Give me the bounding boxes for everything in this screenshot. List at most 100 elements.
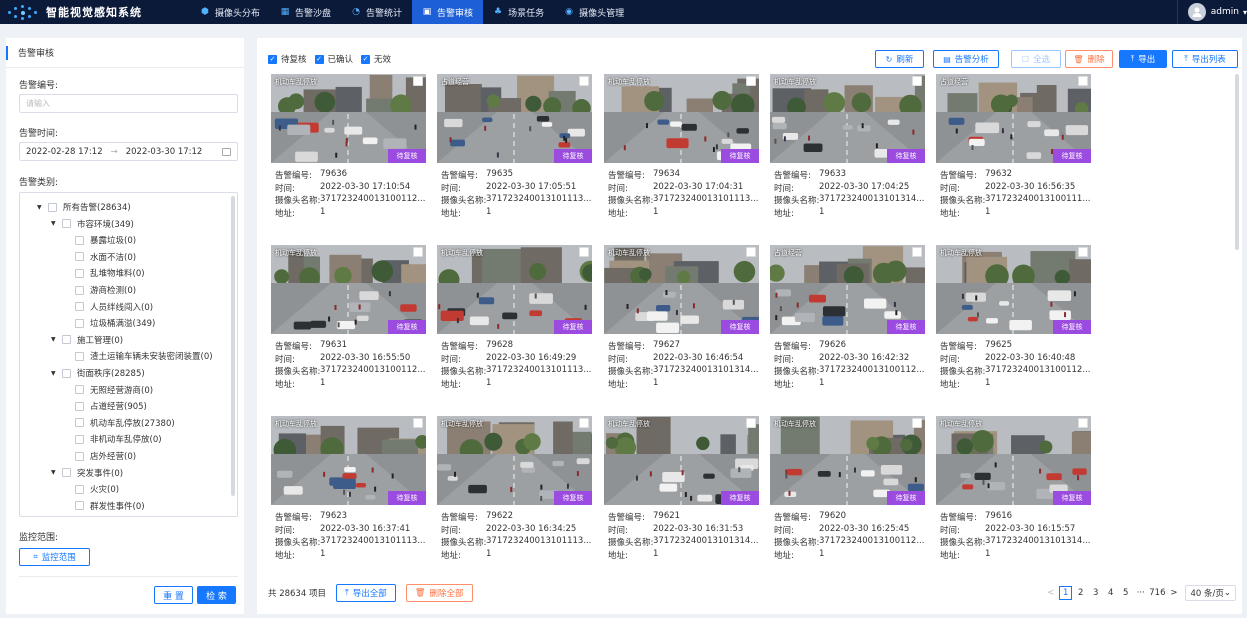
user-menu[interactable]: admin ▾ [1176, 0, 1247, 24]
nav-item-2[interactable]: ◔ 告警统计 [341, 0, 412, 24]
card-checkbox[interactable] [579, 418, 589, 428]
alarm-snapshot[interactable]: 占道经营 待复核 [437, 74, 592, 163]
caret-down-icon[interactable]: ▼ [37, 204, 45, 211]
alarm-card[interactable]: 机动车乱停放 待复核 告警编号: 79616 时间: 2022-03-30 16:15:5… [936, 416, 1091, 576]
page-716[interactable]: 716 [1149, 586, 1165, 600]
page-3[interactable]: 3 [1089, 586, 1102, 600]
alarm-snapshot[interactable]: 机动车乱停放 待复核 [437, 245, 592, 334]
alarm-snapshot[interactable]: 机动车乱停放 待复核 [604, 416, 759, 505]
tree-checkbox[interactable] [75, 434, 84, 444]
analysis-button[interactable]: ▤ 告警分析 [933, 50, 999, 68]
card-checkbox[interactable] [413, 76, 423, 86]
alarm-card[interactable]: 机动车乱停放 待复核 告警编号: 79628 时间: 2022-03-30 16:49:2… [437, 245, 592, 405]
tree-checkbox[interactable] [75, 268, 84, 278]
results-scrollbar[interactable] [1235, 74, 1239, 250]
tree-node[interactable]: 水面不洁(0) [75, 249, 136, 265]
alarm-snapshot[interactable]: 机动车乱停放 待复核 [271, 74, 426, 163]
alarm-snapshot[interactable]: 机动车乱停放 待复核 [604, 245, 759, 334]
tree-node[interactable]: 占道经营(905) [75, 398, 147, 414]
app-logo[interactable]: 智能视觉感知系统 [0, 4, 190, 20]
card-checkbox[interactable] [912, 76, 922, 86]
nav-item-5[interactable]: ◉ 摄像头管理 [554, 0, 634, 24]
reset-button[interactable]: 重 置 [154, 586, 193, 604]
card-checkbox[interactable] [746, 418, 756, 428]
page-5[interactable]: 5 [1119, 586, 1132, 600]
card-checkbox[interactable] [1078, 247, 1088, 257]
export-list-button[interactable]: ⤒ 导出列表 [1172, 50, 1238, 68]
export-button[interactable]: ⤒ 导出 [1119, 50, 1167, 68]
tree-checkbox[interactable] [75, 235, 84, 245]
prev-page-button[interactable]: < [1044, 586, 1057, 600]
caret-down-icon[interactable]: ▼ [51, 469, 59, 476]
tree-node[interactable]: 店外经营(0) [75, 448, 136, 464]
tree-checkbox[interactable] [75, 451, 84, 461]
tree-checkbox[interactable] [62, 468, 71, 478]
tree-node[interactable]: 垃圾桶满溢(349) [75, 315, 155, 331]
alarm-card[interactable]: 机动车乱停放 待复核 告警编号: 79627 时间: 2022-03-30 16:46:5… [604, 245, 759, 405]
alarm-snapshot[interactable]: 机动车乱停放 待复核 [770, 74, 925, 163]
alarm-snapshot[interactable]: 占道经营 待复核 [936, 74, 1091, 163]
alarm-card[interactable]: 机动车乱停放 待复核 告警编号: 79636 时间: 2022-03-30 17:10:5… [271, 74, 426, 234]
tree-node[interactable]: 非机动车乱停放(0) [75, 431, 162, 447]
alarm-card[interactable]: 机动车乱停放 待复核 告警编号: 79621 时间: 2022-03-30 16:31:5… [604, 416, 759, 576]
tree-checkbox[interactable] [48, 202, 57, 212]
search-button[interactable]: 检 索 [197, 586, 236, 604]
tree-node[interactable]: 暴露垃圾(0) [75, 232, 136, 248]
alarm-card[interactable]: 机动车乱停放 待复核 告警编号: 79633 时间: 2022-03-30 17:04:2… [770, 74, 925, 234]
alarm-snapshot[interactable]: 占道经营 待复核 [770, 245, 925, 334]
checkbox-checked-icon[interactable]: ✓ [268, 54, 277, 64]
card-checkbox[interactable] [413, 418, 423, 428]
tree-node[interactable]: 无照经营游商(0) [75, 382, 153, 398]
caret-down-icon[interactable]: ▼ [51, 220, 59, 227]
tree-checkbox[interactable] [75, 501, 84, 511]
alarm-card[interactable]: 机动车乱停放 待复核 告警编号: 79620 时间: 2022-03-30 16:25:4… [770, 416, 925, 576]
caret-down-icon[interactable]: ▼ [51, 336, 59, 343]
tree-checkbox[interactable] [75, 418, 84, 428]
alarm-no-input[interactable]: 请输入 [19, 94, 238, 113]
tree-scrollbar[interactable] [231, 196, 235, 496]
next-page-button[interactable]: > [1167, 586, 1180, 600]
nav-item-3[interactable]: ▣ 告警审核 [412, 0, 484, 24]
alarm-card[interactable]: 机动车乱停放 待复核 告警编号: 79634 时间: 2022-03-30 17:04:3… [604, 74, 759, 234]
alarm-card[interactable]: 机动车乱停放 待复核 告警编号: 79623 时间: 2022-03-30 16:37:4… [271, 416, 426, 576]
tree-node[interactable]: 人员绊线闯入(0) [75, 299, 153, 315]
nav-item-1[interactable]: ▦ 告警沙盘 [270, 0, 341, 24]
alarm-card[interactable]: 机动车乱停放 待复核 告警编号: 79622 时间: 2022-03-30 16:34:2… [437, 416, 592, 576]
card-checkbox[interactable] [746, 247, 756, 257]
page-2[interactable]: 2 [1074, 586, 1087, 600]
delete-button[interactable]: 🗑 删除 [1065, 50, 1113, 68]
alarm-snapshot[interactable]: 机动车乱停放 待复核 [271, 416, 426, 505]
status-filter-2[interactable]: ✓ 无效 [361, 53, 391, 65]
select-all-button[interactable]: ☐ 全选 [1011, 50, 1061, 68]
export-all-button[interactable]: ⤒ 导出全部 [335, 584, 396, 602]
card-checkbox[interactable] [912, 418, 922, 428]
caret-down-icon[interactable]: ▼ [51, 370, 59, 377]
card-checkbox[interactable] [1078, 418, 1088, 428]
checkbox-checked-icon[interactable]: ✓ [361, 54, 371, 64]
checkbox-checked-icon[interactable]: ✓ [314, 54, 324, 64]
alarm-card[interactable]: 占道经营 待复核 告警编号: 79635 时间: 2022-03-30 17:05:51 摄… [437, 74, 592, 234]
page-1[interactable]: 1 [1059, 586, 1073, 600]
tree-node[interactable]: ▼ 突发事件(0) [51, 465, 123, 481]
status-filter-1[interactable]: ✓ 已确认 [314, 53, 353, 65]
alarm-snapshot[interactable]: 机动车乱停放 待复核 [770, 416, 925, 505]
alarm-time-range-picker[interactable]: 2022-02-28 17:12 → 2022-03-30 17:12 [19, 142, 238, 161]
tree-checkbox[interactable] [75, 302, 84, 312]
tree-node[interactable]: 火灾(0) [75, 481, 119, 497]
tree-checkbox[interactable] [75, 318, 84, 328]
tree-checkbox[interactable] [75, 252, 84, 262]
tree-checkbox[interactable] [75, 285, 84, 295]
tree-checkbox[interactable] [75, 385, 84, 395]
alarm-snapshot[interactable]: 机动车乱停放 待复核 [936, 416, 1091, 505]
tree-node[interactable]: 机动车乱停放(27380) [75, 415, 175, 431]
card-checkbox[interactable] [579, 247, 589, 257]
status-filter-0[interactable]: ✓ 待复核 [268, 53, 307, 65]
tree-node[interactable]: 乱堆物堆料(0) [75, 265, 145, 281]
tree-checkbox[interactable] [62, 368, 71, 378]
tree-node[interactable]: ▼ 施工管理(0) [51, 332, 123, 348]
tree-node[interactable]: ▼ 街面秩序(28285) [51, 365, 145, 381]
refresh-button[interactable]: ↻ 刷新 [875, 50, 924, 68]
tree-node[interactable]: 渣土运输车辆未安装密闭装置(0) [75, 348, 213, 364]
alarm-snapshot[interactable]: 机动车乱停放 待复核 [604, 74, 759, 163]
card-checkbox[interactable] [579, 76, 589, 86]
